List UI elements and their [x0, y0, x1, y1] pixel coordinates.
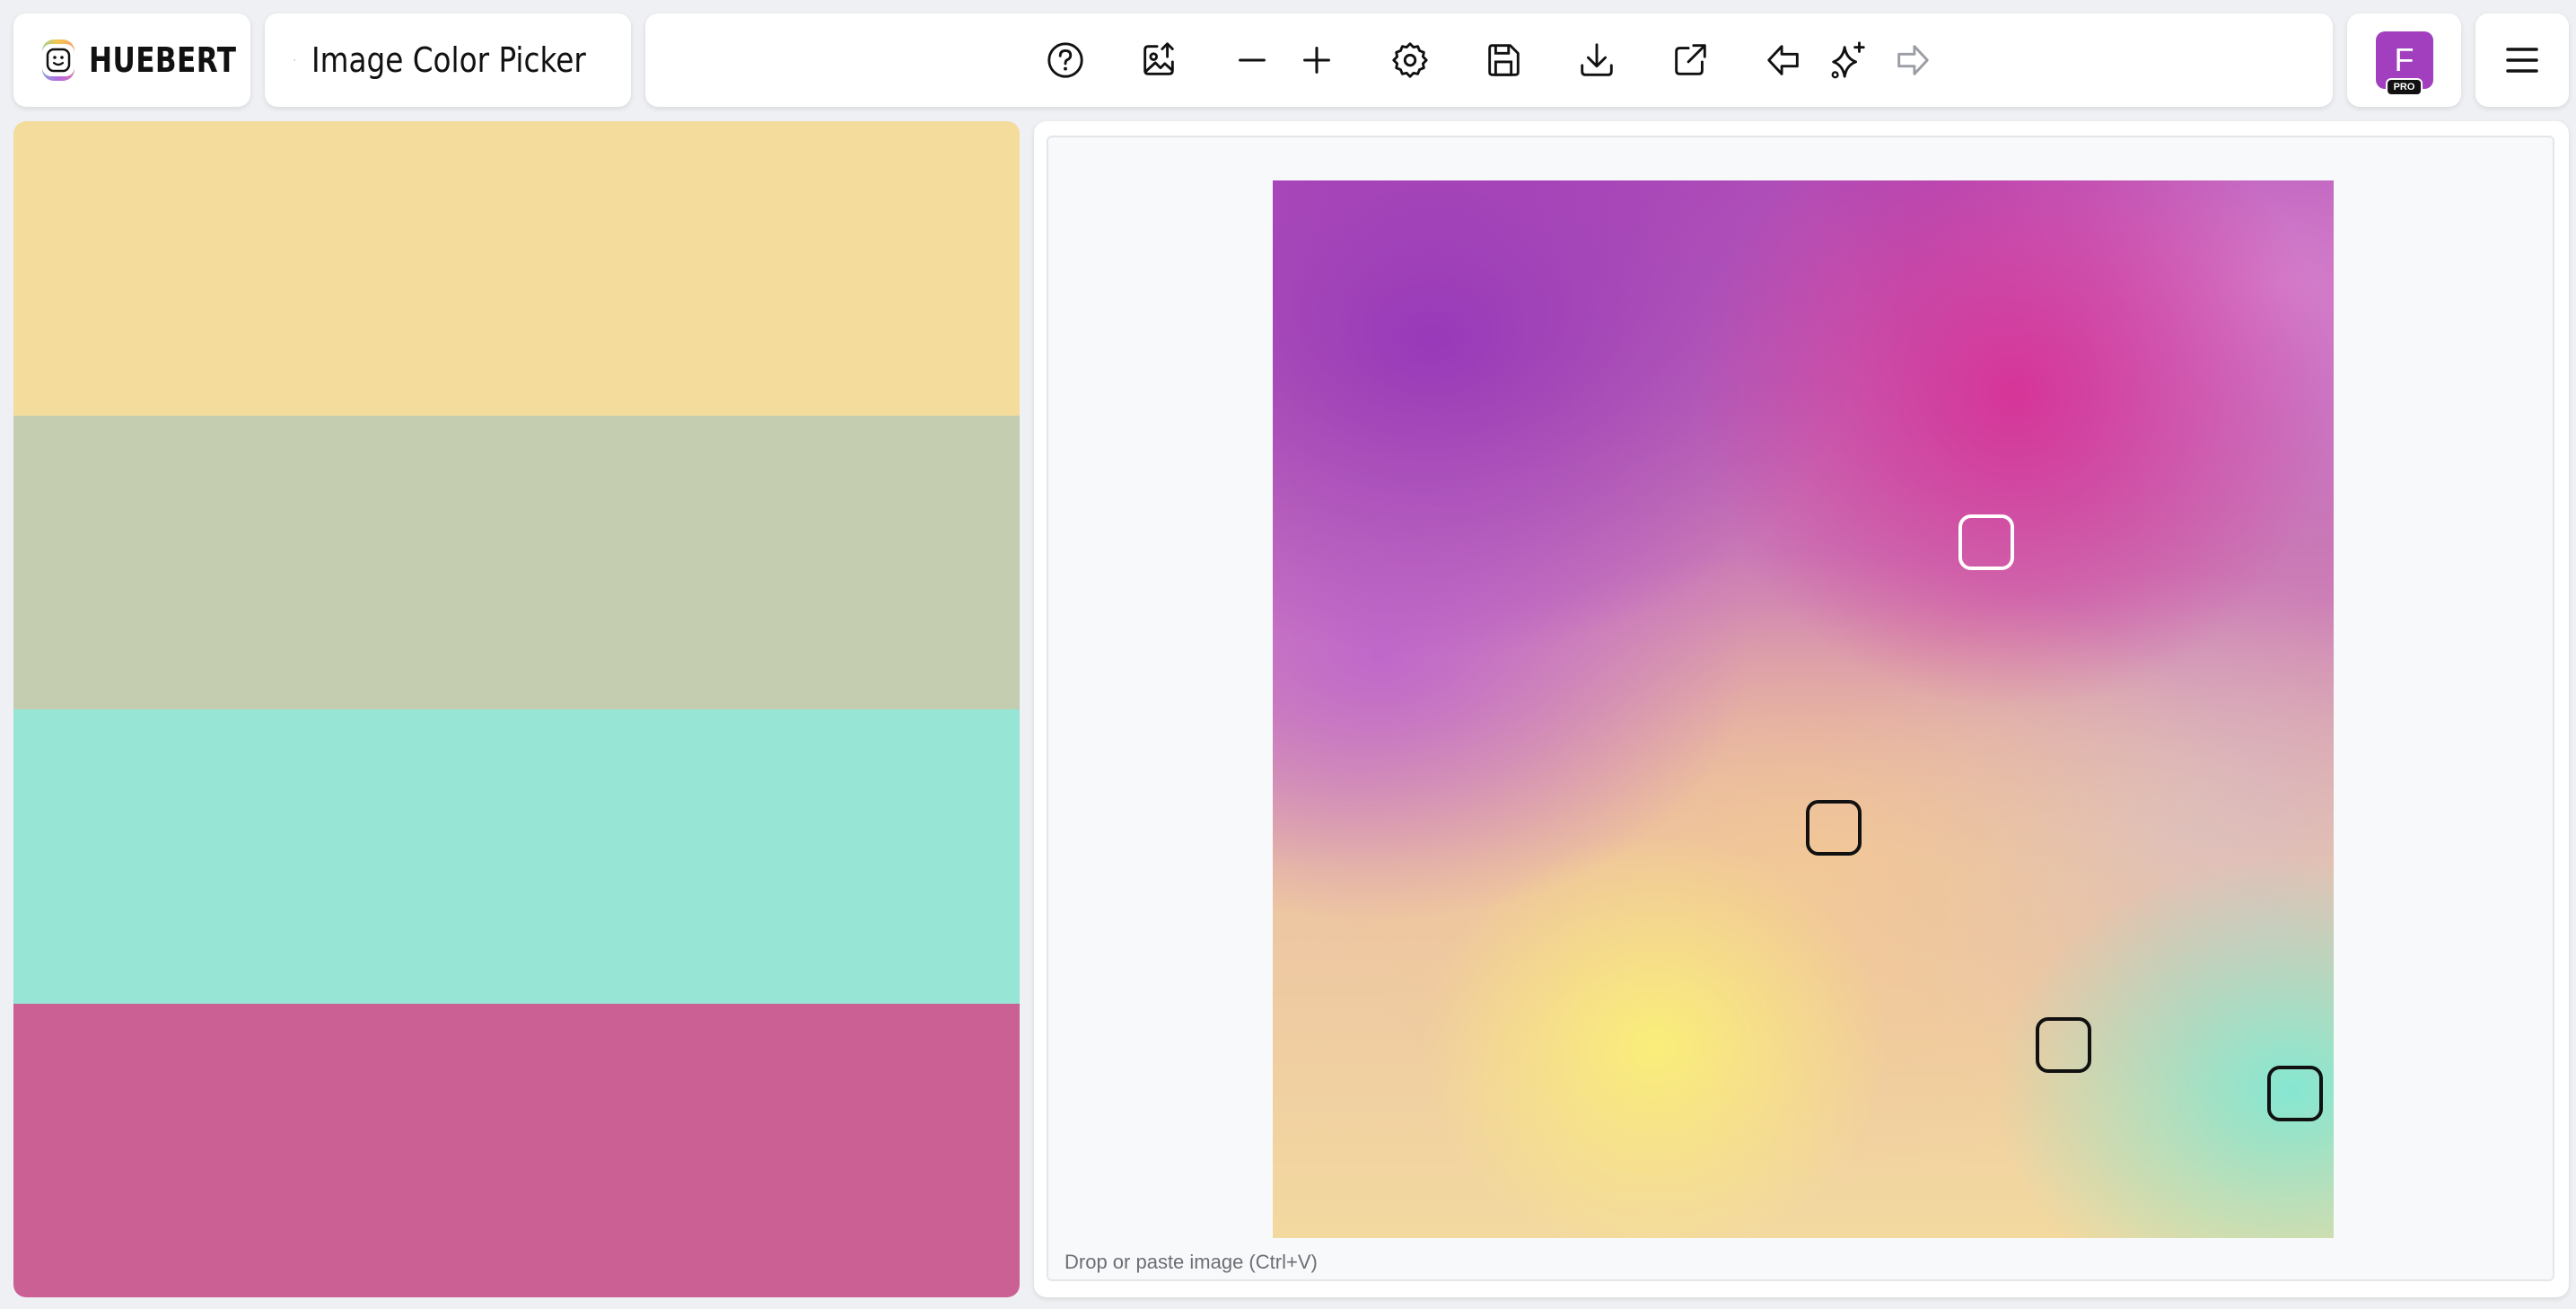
image-preview-panel: Drop or paste image (Ctrl+V): [1034, 121, 2569, 1297]
download-icon: [1581, 43, 1613, 76]
color-marker[interactable]: [1958, 514, 2014, 570]
help-button[interactable]: [1044, 39, 1087, 82]
gear-icon: [1392, 42, 1428, 78]
color-marker[interactable]: [2036, 1017, 2091, 1073]
plus-icon: [1303, 47, 1330, 74]
tool-name: Image Color Picker: [311, 40, 587, 80]
floppy-disk-icon: [1488, 44, 1520, 76]
source-image[interactable]: [1273, 180, 2334, 1238]
color-swatch[interactable]: [13, 1003, 1020, 1297]
color-swatch[interactable]: [13, 415, 1020, 709]
pro-badge: PRO: [2385, 78, 2423, 96]
color-marker[interactable]: [2267, 1066, 2323, 1121]
image-upload-icon: [1143, 42, 1174, 75]
menu-button[interactable]: [2475, 13, 2569, 107]
huebert-logo-icon: [42, 40, 74, 81]
avatar[interactable]: F PRO: [2375, 31, 2433, 96]
sparkles-icon: [1831, 41, 1865, 79]
remove-color-button[interactable]: [1231, 39, 1274, 82]
brand-name: HUEBERT: [89, 40, 237, 80]
tool-selector[interactable]: Image Color Picker: [265, 13, 631, 107]
undo-button[interactable]: [1762, 39, 1805, 82]
color-swatch[interactable]: [13, 121, 1020, 416]
image-drop-zone[interactable]: Drop or paste image (Ctrl+V): [1047, 136, 2554, 1281]
drop-hint: Drop or paste image (Ctrl+V): [1065, 1251, 1318, 1273]
redo-button[interactable]: [1891, 39, 1934, 82]
open-external-button[interactable]: [1669, 39, 1712, 82]
upload-image-button[interactable]: [1137, 39, 1180, 82]
save-button[interactable]: [1482, 39, 1525, 82]
color-marker[interactable]: [1806, 800, 1862, 856]
external-link-icon: [1675, 44, 1706, 75]
toolbar: [645, 13, 2333, 107]
add-color-button[interactable]: [1295, 39, 1338, 82]
download-button[interactable]: [1575, 39, 1618, 82]
logo-card[interactable]: HUEBERT: [13, 13, 250, 107]
avatar-initial: F: [2394, 41, 2414, 78]
question-circle-icon: [1047, 42, 1083, 78]
user-account[interactable]: F PRO: [2347, 13, 2461, 107]
hamburger-menu-icon: [2506, 48, 2538, 73]
magic-button[interactable]: [1827, 39, 1870, 82]
minus-icon: [1239, 58, 1266, 62]
settings-button[interactable]: [1389, 39, 1432, 82]
color-palette: [13, 121, 1020, 1297]
color-swatch[interactable]: [13, 709, 1020, 1004]
eyedropper-icon: [294, 59, 296, 61]
arrow-right-icon: [1897, 45, 1929, 75]
arrow-left-icon: [1767, 45, 1799, 75]
